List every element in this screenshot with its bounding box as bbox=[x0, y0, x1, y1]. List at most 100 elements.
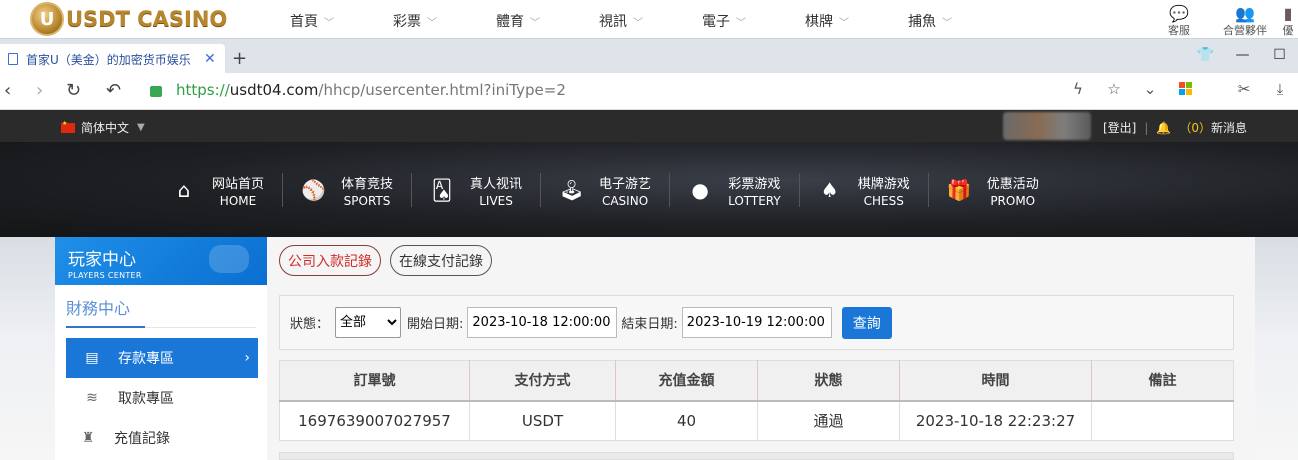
scissors-icon[interactable]: ✂ bbox=[1226, 80, 1262, 98]
chevron-down-icon[interactable]: ⌄ bbox=[1132, 80, 1168, 98]
chevron-down-icon: ﹀ bbox=[736, 17, 746, 29]
url-host: usdt04.com bbox=[229, 81, 319, 99]
nav-label-en: CHESS bbox=[863, 193, 904, 208]
top-menu-item-video[interactable]: 視訊 ﹀ bbox=[599, 0, 702, 38]
close-icon[interactable]: ✕ bbox=[204, 51, 216, 67]
back-icon[interactable]: ‹ bbox=[4, 80, 11, 101]
sidebar-item-recharge-records[interactable]: ♜ 充值記錄 bbox=[66, 418, 258, 458]
nav-sports[interactable]: ⚾ 体育竞技 SPORTS bbox=[301, 173, 413, 208]
top-menu-label: 視訊 bbox=[599, 14, 627, 30]
top-right-links: 💬 客服 👥 合營夥伴 ▮ 優 bbox=[1146, 0, 1298, 38]
link-label: 客服 bbox=[1168, 24, 1190, 37]
forward-icon[interactable]: › bbox=[36, 80, 43, 101]
top-menu-item-home[interactable]: 首頁 ﹀ bbox=[290, 0, 393, 38]
top-menu-item-lottery[interactable]: 彩票 ﹀ bbox=[393, 0, 496, 38]
sidebar-item-withdraw[interactable]: ≋ 取款專區 bbox=[66, 378, 258, 418]
address-bar-tools: ϟ ☆ ⌄ ✂ ⤓ bbox=[1060, 80, 1298, 98]
nav-chess[interactable]: ♠ 棋牌游戏 CHESS bbox=[818, 173, 929, 208]
document-icon bbox=[8, 53, 18, 65]
url-path: /hhcp/usercenter.html?iniType=2 bbox=[318, 81, 566, 99]
url-field[interactable]: https:// usdt04.com /hhcp/usercenter.htm… bbox=[150, 81, 566, 99]
top-menu-label: 體育 bbox=[496, 14, 524, 30]
chevron-down-icon: ﹀ bbox=[942, 17, 952, 29]
top-menu-item-electronic[interactable]: 電子 ﹀ bbox=[702, 0, 805, 38]
gift-icon: 🎁 bbox=[946, 178, 972, 202]
nav-label-en: PROMO bbox=[990, 193, 1036, 208]
chevron-down-icon: ﹀ bbox=[427, 17, 437, 29]
nav-label-en: CASINO bbox=[601, 193, 649, 208]
nav-lottery[interactable]: ● 彩票游戏 LOTTERY bbox=[688, 173, 800, 208]
sidebar-item-label: 充值記錄 bbox=[114, 431, 170, 447]
top-menu-label: 彩票 bbox=[393, 14, 421, 30]
maximize-icon[interactable]: ☐ bbox=[1261, 47, 1298, 63]
language-selector[interactable]: 简体中文 ▼ bbox=[61, 119, 145, 136]
nav-casino[interactable]: 🕹 电子游艺 CASINO bbox=[559, 173, 671, 208]
minimize-icon[interactable]: — bbox=[1224, 47, 1261, 63]
top-menu-item-chess[interactable]: 棋牌 ﹀ bbox=[805, 0, 908, 38]
browser-tab-active[interactable]: 首家U（美金）的加密货币娱乐 ✕ bbox=[0, 44, 225, 74]
top-menu-item-fishing[interactable]: 捕魚 ﹀ bbox=[908, 0, 1011, 38]
customer-service-link[interactable]: 💬 客服 bbox=[1146, 0, 1212, 38]
end-date-input[interactable] bbox=[681, 307, 832, 338]
lightning-icon[interactable]: ϟ bbox=[1060, 80, 1096, 98]
chevron-down-icon: ﹀ bbox=[530, 17, 540, 29]
new-tab-icon[interactable]: + bbox=[232, 48, 247, 69]
column-header-order-no: 訂單號 bbox=[279, 360, 470, 402]
user-bar: 简体中文 ▼ [登出] | 🔔 （0） 新消息 bbox=[0, 110, 1298, 142]
column-header-amount: 充值金額 bbox=[615, 360, 758, 402]
message-count[interactable]: （0） bbox=[1179, 119, 1211, 136]
apps-grid-icon[interactable] bbox=[1179, 82, 1215, 96]
nav-lives[interactable]: 🂡 真人视讯 LIVES bbox=[430, 173, 542, 208]
logout-link[interactable]: [登出] bbox=[1103, 119, 1136, 136]
chevron-right-icon: › bbox=[244, 350, 250, 366]
download-icon[interactable]: ⤓ bbox=[1262, 80, 1298, 98]
reload-icon[interactable]: ↻ bbox=[66, 80, 81, 101]
tab-online-payment-records[interactable]: 在線支付記錄 bbox=[390, 245, 492, 276]
end-date-label: 結束日期: bbox=[621, 317, 678, 332]
chevron-down-icon: ﹀ bbox=[324, 17, 334, 29]
start-date-input[interactable] bbox=[467, 307, 618, 338]
table-header-row: 訂單號 支付方式 充值金額 狀態 時間 備註 bbox=[279, 360, 1234, 402]
chevron-down-icon: ﹀ bbox=[633, 17, 643, 29]
cell-amount: 40 bbox=[615, 400, 758, 441]
site-logo[interactable]: U USDT CASINO bbox=[30, 2, 227, 36]
sidebar-header: 玩家中心 PLAYERS CENTER bbox=[55, 237, 267, 285]
offer-link[interactable]: ▮ 優 bbox=[1278, 0, 1298, 38]
nav-promo[interactable]: 🎁 优惠活动 PROMO bbox=[946, 173, 1057, 208]
message-label[interactable]: 新消息 bbox=[1211, 119, 1247, 136]
star-icon[interactable]: ☆ bbox=[1096, 80, 1132, 98]
joystick-icon: 🕹 bbox=[559, 178, 585, 202]
card-icon: ▤ bbox=[85, 350, 99, 366]
people-icon: 👥 bbox=[1235, 4, 1255, 23]
finance-section-title: 財務中心 bbox=[66, 295, 256, 328]
site-header: U USDT CASINO 首頁 ﹀ 彩票 ﹀ 體育 ﹀ 視訊 ﹀ 電子 ﹀ 棋牌 ﹀ 捕魚… bbox=[0, 0, 1298, 38]
home-icon: ⌂ bbox=[177, 178, 191, 202]
undo-icon[interactable]: ↶ bbox=[106, 80, 121, 101]
cards-icon: 🂡 bbox=[431, 178, 453, 202]
shirt-icon[interactable]: 👕 bbox=[1187, 47, 1224, 63]
nav-label-en: HOME bbox=[219, 193, 257, 208]
records-table: 訂單號 支付方式 充值金額 狀態 時間 備註 1697639007027957 … bbox=[279, 360, 1234, 441]
top-menu-label: 捕魚 bbox=[908, 14, 936, 30]
tab-title: 首家U（美金）的加密货币娱乐 bbox=[26, 52, 191, 67]
lottery-balls-icon: ● bbox=[691, 178, 709, 202]
partner-link[interactable]: 👥 合營夥伴 bbox=[1212, 0, 1278, 38]
spade-icon: ♠ bbox=[820, 178, 839, 202]
nav-home[interactable]: ⌂ 网站首页 HOME bbox=[172, 173, 284, 208]
bell-icon[interactable]: 🔔 bbox=[1156, 121, 1171, 135]
divider: | bbox=[1144, 120, 1149, 135]
start-date-label: 開始日期: bbox=[407, 317, 464, 332]
status-select[interactable]: 全部 bbox=[335, 307, 402, 338]
browser-tab-bar: 首家U（美金）的加密货币娱乐 ✕ + 👕 — ☐ bbox=[0, 38, 1298, 74]
query-button[interactable]: 查詢 bbox=[841, 306, 892, 339]
sidebar-item-deposit[interactable]: ▤ 存款專區 › bbox=[66, 338, 258, 378]
tab-company-deposit-records[interactable]: 公司入款記錄 bbox=[279, 245, 381, 276]
chat-icon: 💬 bbox=[1169, 4, 1189, 23]
cash-icon: ≋ bbox=[86, 390, 98, 406]
nav-label-cn: 真人视讯 bbox=[470, 176, 523, 192]
chevron-down-icon: ﹀ bbox=[839, 17, 849, 29]
top-menu-item-sports[interactable]: 體育 ﹀ bbox=[496, 0, 599, 38]
window-controls: 👕 — ☐ bbox=[1187, 47, 1298, 63]
cell-status: 通過 bbox=[757, 400, 900, 441]
bag-icon: ♜ bbox=[81, 430, 95, 446]
